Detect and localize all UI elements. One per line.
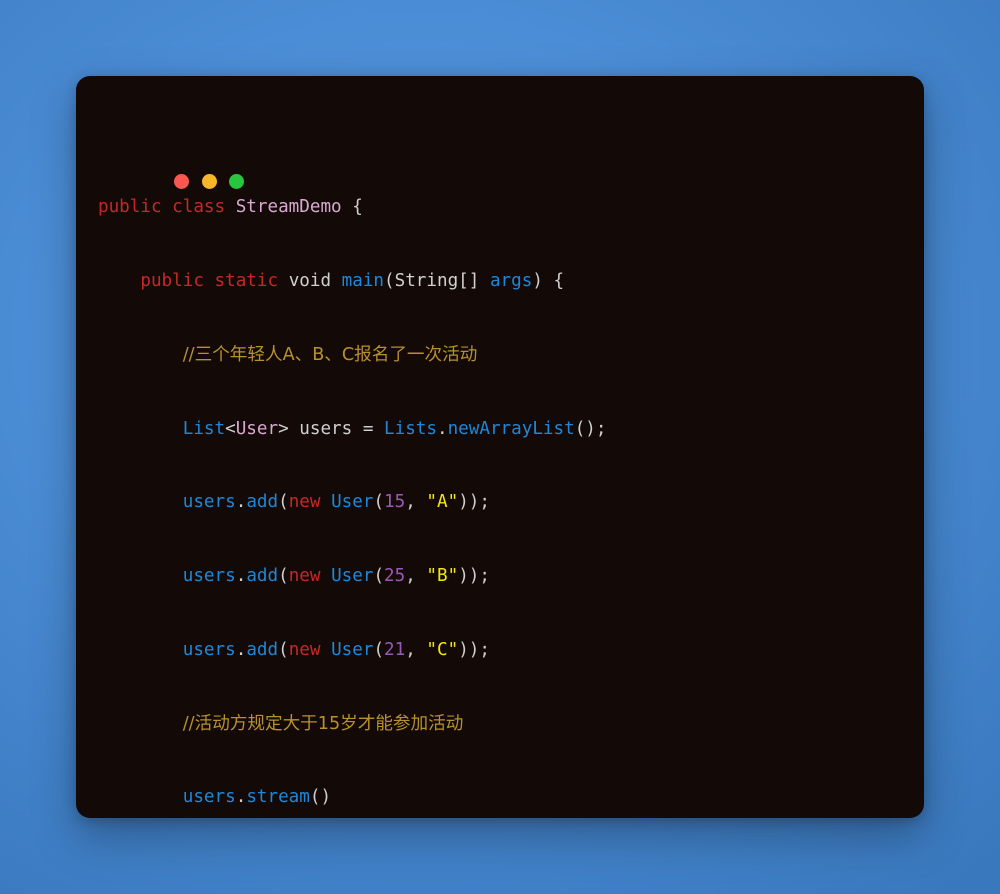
code-block[interactable]: public class StreamDemo { public static … <box>98 146 914 818</box>
code-line: users.add(new User(21, "C")); <box>182 639 490 660</box>
code-line: users.stream() <box>182 787 332 808</box>
window-titlebar[interactable] <box>76 76 924 132</box>
code-line: //活动方规定大于15岁才能参加活动 <box>182 713 464 734</box>
code-line: //三个年轻人A、B、C报名了一次活动 <box>182 344 478 365</box>
code-line: users.add(new User(25, "B")); <box>182 566 490 587</box>
code-window: public class StreamDemo { public static … <box>76 76 924 818</box>
code-line: List<User> users = Lists.newArrayList(); <box>182 418 607 439</box>
code-line: public static void main(String[] args) { <box>140 270 565 291</box>
code-line: users.add(new User(15, "A")); <box>182 492 490 513</box>
code-line: public class StreamDemo { <box>98 197 363 218</box>
